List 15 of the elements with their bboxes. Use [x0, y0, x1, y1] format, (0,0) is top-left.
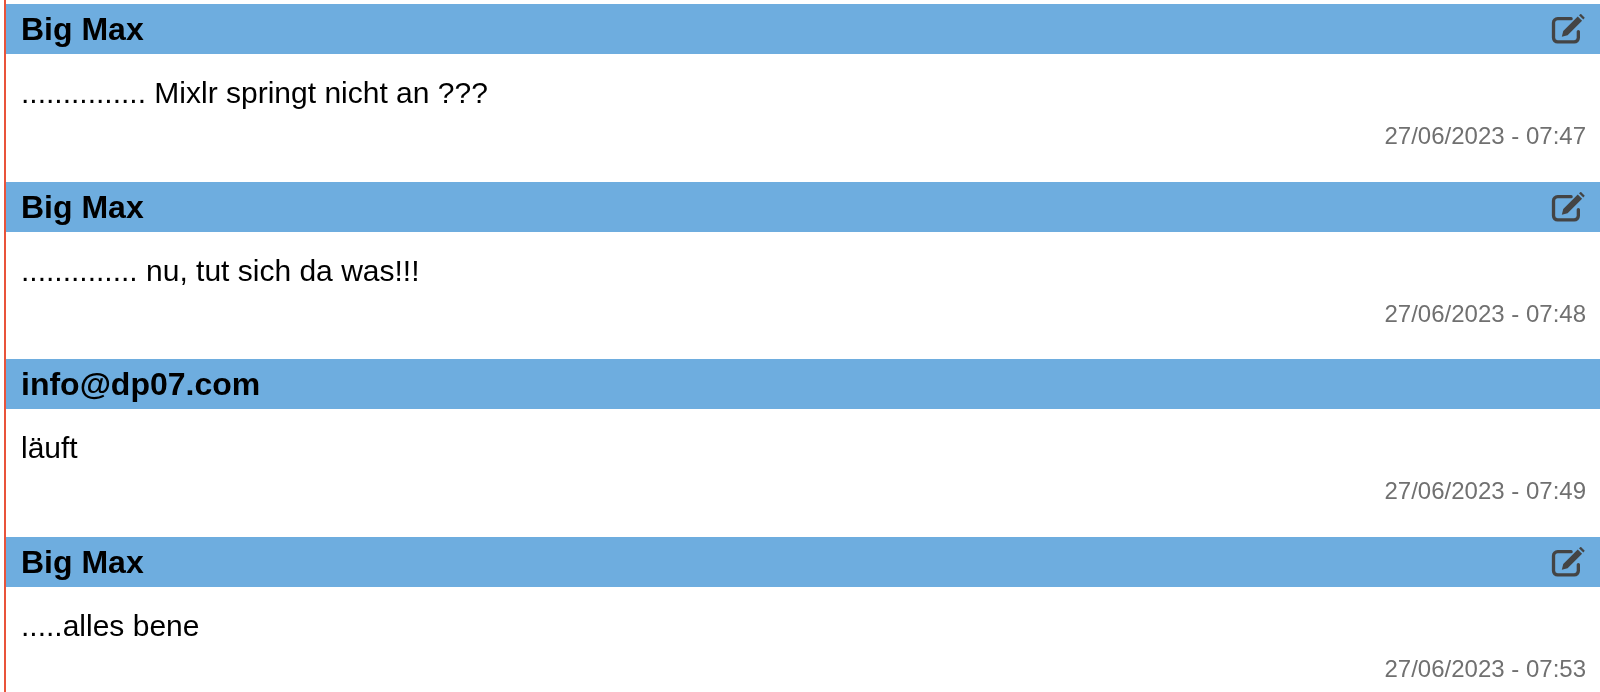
author-name: Big Max — [21, 187, 144, 226]
message-timestamp: 27/06/2023 - 07:47 — [1384, 122, 1586, 150]
author-name: info@dp07.com — [21, 365, 261, 403]
edit-icon[interactable] — [1550, 14, 1586, 44]
message-timestamp: 27/06/2023 - 07:48 — [1384, 299, 1586, 328]
message-timestamp: 27/06/2023 - 07:53 — [1384, 654, 1586, 683]
message-text: .............. nu, tut sich da was!!! — [21, 253, 420, 288]
message-text: .....alles bene — [21, 608, 200, 643]
message-text: ............... Mixlr springt nicht an ??? — [21, 76, 488, 110]
message-timestamp: 27/06/2023 - 07:49 — [1384, 477, 1586, 505]
author-name: Big Max — [21, 10, 144, 48]
edit-icon[interactable] — [1550, 191, 1586, 222]
edit-icon[interactable] — [1550, 546, 1586, 577]
author-name: Big Max — [21, 542, 144, 581]
message-text: läuft — [21, 431, 78, 465]
